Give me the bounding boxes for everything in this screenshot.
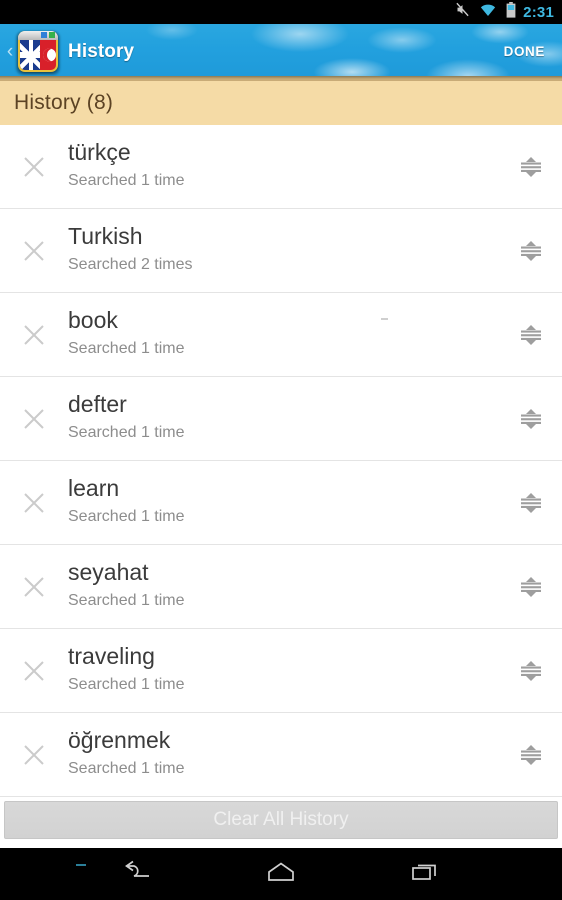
back-icon [122,860,152,889]
close-x-icon [21,406,47,432]
page-title: History [68,40,135,62]
drag-handle-icon [517,321,545,349]
delete-history-item-button[interactable] [0,322,68,348]
recents-icon [412,861,438,888]
clear-all-history-button[interactable]: Clear All History [4,801,558,839]
history-list-item[interactable]: traveling Searched 1 time [0,629,562,713]
history-list: türkçe Searched 1 time Turkish Searched 2 t… [0,125,562,797]
history-list-item[interactable]: öğrenmek Searched 1 time [0,713,562,797]
app-bar: ‹ ★ History DONE [0,24,562,79]
history-item-count: Searched 1 time [68,423,185,441]
section-header: History (8) [0,79,562,125]
history-list-item[interactable]: seyahat Searched 1 time [0,545,562,629]
footer-actions: Clear All History [0,797,562,841]
history-item-count: Searched 2 times [68,255,193,273]
close-x-icon [21,238,47,264]
history-item-count: Searched 1 time [68,339,185,357]
drag-handle-icon [517,657,545,685]
reorder-history-item-handle[interactable] [500,489,562,517]
nav-back-button[interactable] [114,851,160,897]
delete-history-item-button[interactable] [0,574,68,600]
history-item-term: learn [68,476,120,502]
history-item-term: defter [68,392,127,418]
history-item-term: traveling [68,644,155,670]
history-list-item[interactable]: defter Searched 1 time [0,377,562,461]
history-list-item[interactable]: learn Searched 1 time [0,461,562,545]
home-icon [267,861,295,888]
history-item-text: traveling Searched 1 time [68,644,500,697]
history-item-term: Turkish [68,224,143,250]
reorder-history-item-handle[interactable] [500,657,562,685]
history-item-text: defter Searched 1 time [68,392,500,445]
close-x-icon [21,742,47,768]
history-item-count: Searched 1 time [68,507,185,525]
history-item-text: öğrenmek Searched 1 time [68,728,500,781]
reorder-history-item-handle[interactable] [500,573,562,601]
history-item-term: seyahat [68,560,149,586]
history-list-item[interactable]: türkçe Searched 1 time [0,125,562,209]
render-artifact [381,318,388,320]
nav-indicator-dash [76,864,86,866]
reorder-history-item-handle[interactable] [500,153,562,181]
history-item-term: öğrenmek [68,728,171,754]
mute-icon [455,2,470,22]
history-item-text: book Searched 1 time [68,308,500,361]
history-list-item[interactable]: Turkish Searched 2 times [0,209,562,293]
wifi-icon [479,3,497,22]
delete-history-item-button[interactable] [0,238,68,264]
history-item-count: Searched 1 time [68,675,185,693]
reorder-history-item-handle[interactable] [500,237,562,265]
status-bar-clock: 2:31 [523,3,554,21]
close-x-icon [21,658,47,684]
delete-history-item-button[interactable] [0,658,68,684]
history-item-count: Searched 1 time [68,171,185,189]
close-x-icon [21,574,47,600]
history-item-text: Turkish Searched 2 times [68,224,500,277]
drag-handle-icon [517,153,545,181]
delete-history-item-button[interactable] [0,154,68,180]
app-bar-bottom-border [0,76,562,79]
history-item-text: learn Searched 1 time [68,476,500,529]
history-item-term: türkçe [68,140,131,166]
nav-recents-button[interactable] [402,851,448,897]
close-x-icon [21,490,47,516]
drag-handle-icon [517,237,545,265]
history-list-item[interactable]: book Searched 1 time [0,293,562,377]
status-bar: 2:31 [0,0,562,24]
history-item-count: Searched 1 time [68,759,185,777]
battery-icon [506,1,516,23]
reorder-history-item-handle[interactable] [500,741,562,769]
drag-handle-icon [517,489,545,517]
drag-handle-icon [517,405,545,433]
android-navigation-bar [0,848,562,900]
delete-history-item-button[interactable] [0,742,68,768]
drag-handle-icon [517,573,545,601]
reorder-history-item-handle[interactable] [500,321,562,349]
reorder-history-item-handle[interactable] [500,405,562,433]
section-header-label: History (8) [14,91,114,114]
history-item-text: seyahat Searched 1 time [68,560,500,613]
close-x-icon [21,154,47,180]
drag-handle-icon [517,741,545,769]
delete-history-item-button[interactable] [0,490,68,516]
history-item-term: book [68,308,118,334]
status-bar-icons [455,1,516,23]
app-logo-icon: ★ [15,29,61,75]
delete-history-item-button[interactable] [0,406,68,432]
done-button[interactable]: DONE [504,44,545,59]
close-x-icon [21,322,47,348]
history-item-text: türkçe Searched 1 time [68,140,500,193]
nav-home-button[interactable] [258,851,304,897]
history-item-count: Searched 1 time [68,591,185,609]
